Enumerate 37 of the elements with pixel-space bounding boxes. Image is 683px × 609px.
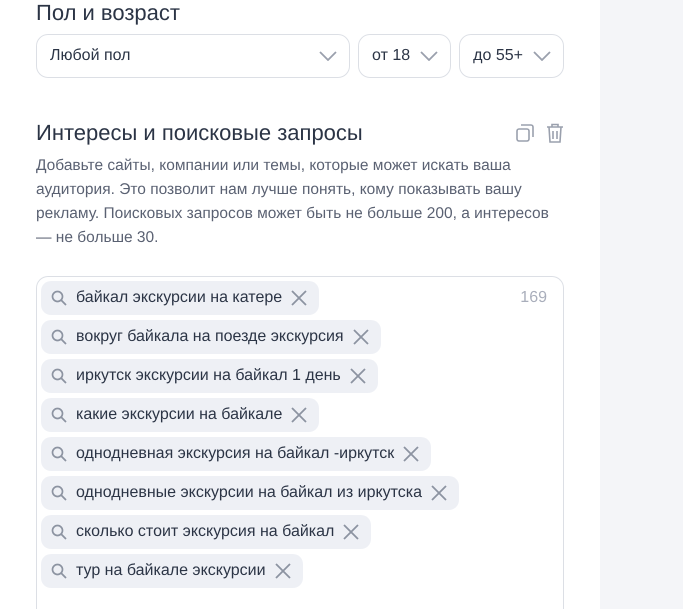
close-icon[interactable] <box>352 329 369 345</box>
section-heading: Пол и возраст <box>36 0 181 26</box>
search-icon <box>51 329 67 345</box>
copy-icon[interactable] <box>516 124 534 142</box>
gender-select[interactable]: Любой пол <box>36 34 350 78</box>
age-select[interactable]: от 18 <box>358 34 452 78</box>
search-icon <box>51 368 67 384</box>
close-icon[interactable] <box>350 368 366 384</box>
search-icon <box>51 485 67 501</box>
query-text: какие экскурсии на байкале <box>76 406 282 424</box>
search-icon <box>51 407 67 423</box>
query-text: иркутск экскурсии на байкал 1 день <box>76 367 341 385</box>
search-icon <box>51 290 67 306</box>
chevron-down-icon <box>533 51 551 61</box>
close-icon[interactable] <box>431 485 448 501</box>
chevron-down-icon <box>319 51 338 61</box>
query-counter: 169 <box>520 288 548 308</box>
search-icon <box>51 446 67 462</box>
close-icon[interactable] <box>274 563 291 579</box>
query-text: однодневные экскурсии на байкал из иркутска <box>76 484 422 502</box>
close-icon[interactable] <box>343 524 360 540</box>
section-title: Интересы и поисковые запросы <box>36 120 363 146</box>
search-icon <box>51 563 67 579</box>
query-field[interactable] <box>36 276 564 609</box>
trash-icon[interactable] <box>546 123 564 143</box>
close-icon[interactable] <box>291 407 308 423</box>
description-text: Добавьте сайты, компании или темы, которые может искать ваша аудитория. Это позволит нам лучше понять, кому показывать вашу рекламу. Поисковых запросов может быть не больше 200, а интересов — не больше 30. <box>36 156 550 248</box>
chevron-down-icon <box>420 51 438 61</box>
query-text: вокруг байкала на поезде экскурсия <box>76 328 344 346</box>
close-icon[interactable] <box>291 290 308 306</box>
search-icon <box>51 524 67 540</box>
query-text: тур на байкале экскурсии <box>76 562 266 580</box>
age-select[interactable]: до 55+ <box>459 34 564 78</box>
close-icon[interactable] <box>403 446 420 462</box>
query-text: байкал экскурсии на катере <box>76 289 282 307</box>
query-text: сколько стоит экскурсия на байкал <box>76 523 334 541</box>
query-text: однодневная экскурсия на байкал -иркутск <box>76 445 394 463</box>
